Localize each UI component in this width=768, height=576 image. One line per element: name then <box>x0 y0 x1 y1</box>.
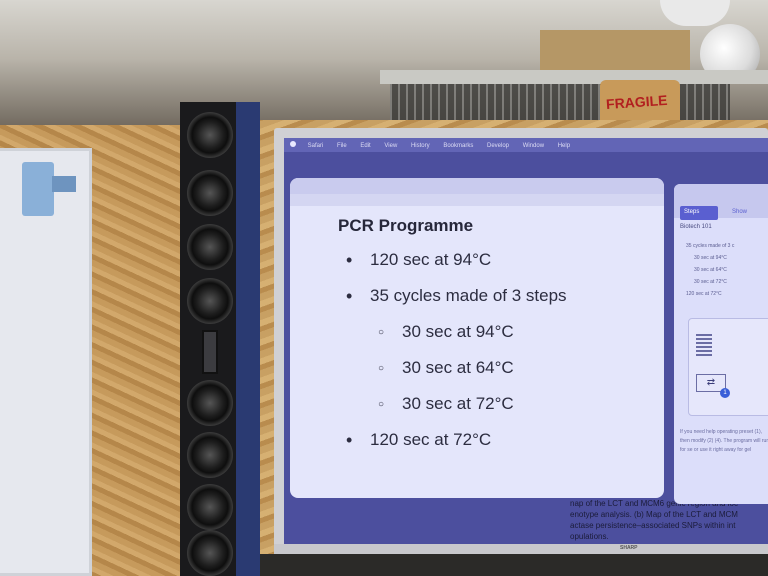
list-item: 30 sec at 72°C <box>338 394 616 430</box>
text-line: opulations. <box>570 532 609 541</box>
list-item: 30 sec at 72°C <box>694 279 727 285</box>
step-badge: 1 <box>720 388 730 398</box>
monitor-screen: Safari File Edit View History Bookmarks … <box>284 138 768 544</box>
menu-item[interactable]: Edit <box>360 143 370 149</box>
tab-show[interactable]: Show <box>732 209 747 215</box>
speaker-driver <box>187 112 233 158</box>
apple-icon[interactable] <box>290 141 296 147</box>
cardboard-box <box>540 30 690 74</box>
list-item: 35 cycles made of 3 c <box>686 243 735 249</box>
list-item: 30 sec at 64°C <box>338 358 616 394</box>
window-titlebar <box>290 178 664 194</box>
monitor-bottom-bezel <box>274 544 768 554</box>
tab-steps[interactable]: Steps <box>680 206 718 220</box>
pcr-plate-icon <box>696 334 712 356</box>
speaker-tweeter <box>202 330 218 374</box>
speaker-side-panel <box>236 102 260 576</box>
speaker-driver <box>187 278 233 324</box>
list-item: 30 sec at 94°C <box>338 322 616 358</box>
text-line: actase persistence–associated SNPs withi… <box>570 521 736 530</box>
brand-logo: SHARP <box>620 545 638 551</box>
menu-bar: Safari File Edit View History Bookmarks … <box>284 138 768 152</box>
speaker-driver <box>187 170 233 216</box>
pcr-steps-list: 120 sec at 94°C 35 cycles made of 3 step… <box>338 250 616 466</box>
speaker-driver <box>187 432 233 478</box>
background-document-text: nap of the LCT and MCM6 genic region and… <box>570 498 768 542</box>
menu-item[interactable]: Window <box>523 143 544 149</box>
course-title: Biotech 101 <box>680 224 712 230</box>
list-item: 120 sec at 72°C <box>686 291 722 297</box>
side-step-list: 35 cycles made of 3 c 30 sec at 94°C 30 … <box>686 240 734 300</box>
side-browser-window[interactable]: Steps Show Biotech 101 35 cycles made of… <box>674 184 768 504</box>
menu-item[interactable]: History <box>411 143 430 149</box>
bookmarks-bar <box>290 194 664 206</box>
shelf-rail <box>380 70 768 84</box>
help-text: If you need help operating preset (1), t… <box>680 429 768 453</box>
menu-item[interactable]: Safari <box>308 143 324 149</box>
list-item: 35 cycles made of 3 steps <box>338 286 616 322</box>
menu-item[interactable]: File <box>337 143 347 149</box>
magnet-clip-arm <box>52 176 76 192</box>
page-title: PCR Programme <box>338 216 474 235</box>
document-content: PCR Programme 120 sec at 94°C 35 cycles … <box>290 206 664 476</box>
list-item: 30 sec at 94°C <box>694 255 727 261</box>
menu-item[interactable]: Develop <box>487 143 509 149</box>
list-item: 30 sec at 64°C <box>694 267 727 273</box>
browser-window[interactable]: PCR Programme 120 sec at 94°C 35 cycles … <box>290 178 664 498</box>
menu-item[interactable]: Bookmarks <box>443 143 473 149</box>
list-item: 120 sec at 72°C <box>338 430 616 466</box>
speaker-driver <box>187 224 233 270</box>
list-item: 120 sec at 94°C <box>338 250 616 286</box>
speaker-driver <box>187 530 233 576</box>
floor-shadow <box>260 554 768 576</box>
text-line: enotype analysis. (b) Map of the LCT and… <box>570 510 738 519</box>
speaker-driver <box>187 380 233 426</box>
magnet-clip <box>22 162 54 216</box>
speaker-driver <box>187 484 233 530</box>
device-panel <box>688 318 768 416</box>
menu-item[interactable]: View <box>384 143 397 149</box>
menu-item[interactable]: Help <box>558 143 570 149</box>
